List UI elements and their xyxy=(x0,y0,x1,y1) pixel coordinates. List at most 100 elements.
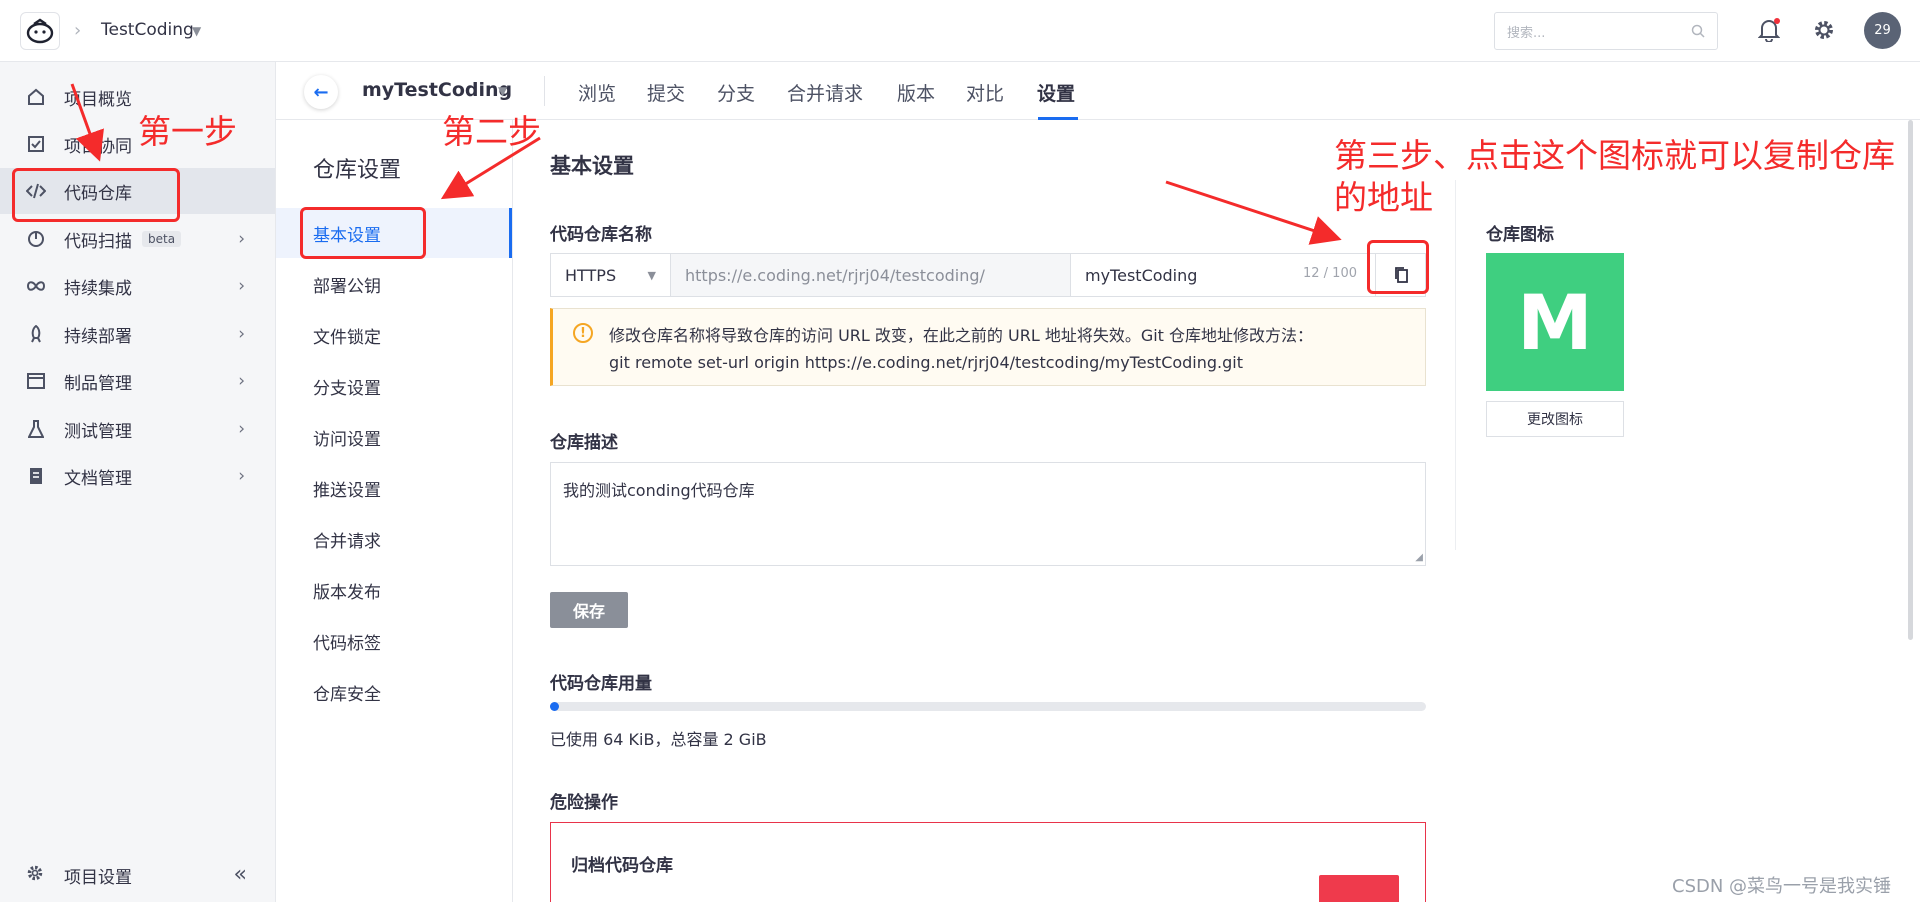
danger-zone-label: 危险操作 xyxy=(550,793,618,813)
subnav-title: 仓库设置 xyxy=(313,158,402,183)
sidebar-item-code-scan[interactable]: 代码扫描 beta › xyxy=(0,216,275,262)
warning-text: 修改仓库名称将导致仓库的访问 URL 改变，在此之前的 URL 地址将失效。Gi… xyxy=(609,322,1313,376)
logo-icon xyxy=(26,18,54,44)
subnav-item-push[interactable]: 推送设置 xyxy=(276,463,512,513)
subnav-item-branch-settings[interactable]: 分支设置 xyxy=(276,361,512,411)
infinity-icon xyxy=(26,276,46,296)
char-counter: 12 / 100 xyxy=(1303,266,1357,281)
repo-desc-textarea[interactable]: 我的测试conding代码仓库 ◢ xyxy=(550,462,1426,566)
repo-name-label: 代码仓库名称 xyxy=(550,225,652,245)
protocol-value: HTTPS xyxy=(565,265,617,285)
warning-git-command: git remote set-url origin https://e.codi… xyxy=(609,353,1244,372)
usage-text: 已使用 64 KiB，总容量 2 GiB xyxy=(550,730,767,749)
breadcrumb-separator-icon: › xyxy=(74,20,82,41)
tab-commits[interactable]: 提交 xyxy=(647,79,685,106)
step3-arrow xyxy=(1165,180,1342,245)
subnav-item-deploy-keys[interactable]: 部署公钥 xyxy=(276,259,512,309)
subnav-item-file-lock[interactable]: 文件锁定 xyxy=(276,310,512,360)
sidebar-item-label: 项目协同 xyxy=(64,136,132,157)
archive-button[interactable] xyxy=(1319,875,1399,902)
rocket-icon xyxy=(26,324,46,344)
sidebar-item-label: 制品管理 xyxy=(64,373,132,394)
chevron-right-icon: › xyxy=(238,229,245,249)
step2-annotation: 第二步 xyxy=(442,112,541,151)
subnav-item-security[interactable]: 仓库安全 xyxy=(276,667,512,717)
flask-icon xyxy=(26,419,46,439)
archive-repo-title: 归档代码仓库 xyxy=(571,856,673,876)
step2-highlight-box xyxy=(300,207,426,259)
subnav-item-releases[interactable]: 版本发布 xyxy=(276,565,512,615)
sidebar-item-label: 持续部署 xyxy=(64,326,132,347)
tab-branches[interactable]: 分支 xyxy=(717,79,755,106)
sidebar-item-artifacts[interactable]: 制品管理 › xyxy=(0,358,275,404)
search-input[interactable]: 搜索... xyxy=(1494,12,1718,50)
repo-switcher[interactable]: myTestCoding xyxy=(362,79,512,101)
step1-highlight-box xyxy=(12,168,180,222)
chevron-right-icon: › xyxy=(238,419,245,439)
beta-badge: beta xyxy=(142,231,182,247)
danger-zone: 归档代码仓库 xyxy=(550,822,1426,902)
gear-icon[interactable] xyxy=(1812,18,1836,42)
sidebar-item-project-settings[interactable]: 项目设置 « xyxy=(0,850,275,900)
package-icon xyxy=(26,371,46,391)
coding-logo[interactable] xyxy=(20,12,60,50)
change-icon-button[interactable]: 更改图标 xyxy=(1486,401,1624,437)
tab-browse[interactable]: 浏览 xyxy=(578,79,616,106)
repo-icon-label: 仓库图标 xyxy=(1486,225,1554,245)
chevron-right-icon: › xyxy=(238,324,245,344)
sidebar-item-label: 代码扫描 xyxy=(64,231,132,252)
tab-merge-requests[interactable]: 合并请求 xyxy=(787,79,863,106)
caret-down-icon[interactable]: ▼ xyxy=(498,84,507,98)
back-arrow-icon[interactable]: ← xyxy=(304,75,338,109)
repo-url-field-group: HTTPS ▼ https://e.coding.net/rjrj04/test… xyxy=(550,253,1426,297)
caret-down-icon: ▼ xyxy=(647,268,656,282)
home-icon xyxy=(26,87,46,107)
scan-icon xyxy=(26,229,46,249)
search-placeholder: 搜索... xyxy=(1507,25,1546,41)
sidebar-item-cd[interactable]: 持续部署 › xyxy=(0,311,275,357)
repo-desc-value: 我的测试conding代码仓库 xyxy=(563,481,755,500)
repo-desc-label: 仓库描述 xyxy=(550,433,618,453)
usage-progress-bar xyxy=(550,702,1426,711)
page-scrollbar[interactable] xyxy=(1908,120,1913,640)
subnav-item-merge-requests[interactable]: 合并请求 xyxy=(276,514,512,564)
divider xyxy=(544,76,545,106)
repo-name-value: myTestCoding xyxy=(1085,265,1198,285)
tab-compare[interactable]: 对比 xyxy=(966,79,1004,106)
base-url-readonly: https://e.coding.net/rjrj04/testcoding/ xyxy=(671,254,1071,296)
top-bar: › TestCoding ▼ 搜索... 29 xyxy=(0,0,1920,62)
warning-alert: ! 修改仓库名称将导致仓库的访问 URL 改变，在此之前的 URL 地址将失效。… xyxy=(550,308,1426,386)
sidebar-item-label: 项目概览 xyxy=(64,89,132,110)
caret-down-icon[interactable]: ▼ xyxy=(192,24,201,38)
warning-line: 修改仓库名称将导致仓库的访问 URL 改变，在此之前的 URL 地址将失效。Gi… xyxy=(609,326,1314,345)
sidebar-item-ci[interactable]: 持续集成 › xyxy=(0,263,275,309)
sidebar-item-label: 测试管理 xyxy=(64,421,132,442)
protocol-select[interactable]: HTTPS ▼ xyxy=(551,254,671,296)
save-button[interactable]: 保存 xyxy=(550,592,628,628)
sidebar-item-label: 持续集成 xyxy=(64,278,132,299)
step3-highlight-box xyxy=(1367,240,1429,294)
user-avatar[interactable]: 29 xyxy=(1864,12,1901,49)
watermark: CSDN @菜鸟一号是我实锤 xyxy=(1672,876,1892,897)
project-switcher[interactable]: TestCoding xyxy=(101,20,194,40)
checkbox-icon xyxy=(26,134,46,154)
subnav-item-access[interactable]: 访问设置 xyxy=(276,412,512,462)
repo-avatar: M xyxy=(1486,253,1624,391)
sidebar-item-docs[interactable]: 文档管理 › xyxy=(0,453,275,499)
step3-annotation-line2: 的地址 xyxy=(1334,178,1433,217)
resize-handle-icon[interactable]: ◢ xyxy=(1415,552,1423,563)
search-icon xyxy=(1691,24,1705,38)
chevron-right-icon: › xyxy=(238,371,245,391)
divider xyxy=(1455,180,1456,550)
repo-usage-label: 代码仓库用量 xyxy=(550,674,652,694)
tab-settings[interactable]: 设置 xyxy=(1037,79,1075,106)
page-title: 基本设置 xyxy=(550,154,634,178)
document-icon xyxy=(26,466,46,486)
sidebar-item-testing[interactable]: 测试管理 › xyxy=(0,406,275,452)
chevron-right-icon: › xyxy=(238,276,245,296)
subnav-item-tags[interactable]: 代码标签 xyxy=(276,616,512,666)
collapse-sidebar-icon[interactable]: « xyxy=(234,862,247,887)
usage-progress-fill xyxy=(550,702,559,711)
tab-releases[interactable]: 版本 xyxy=(897,79,935,106)
chevron-right-icon: › xyxy=(238,466,245,486)
